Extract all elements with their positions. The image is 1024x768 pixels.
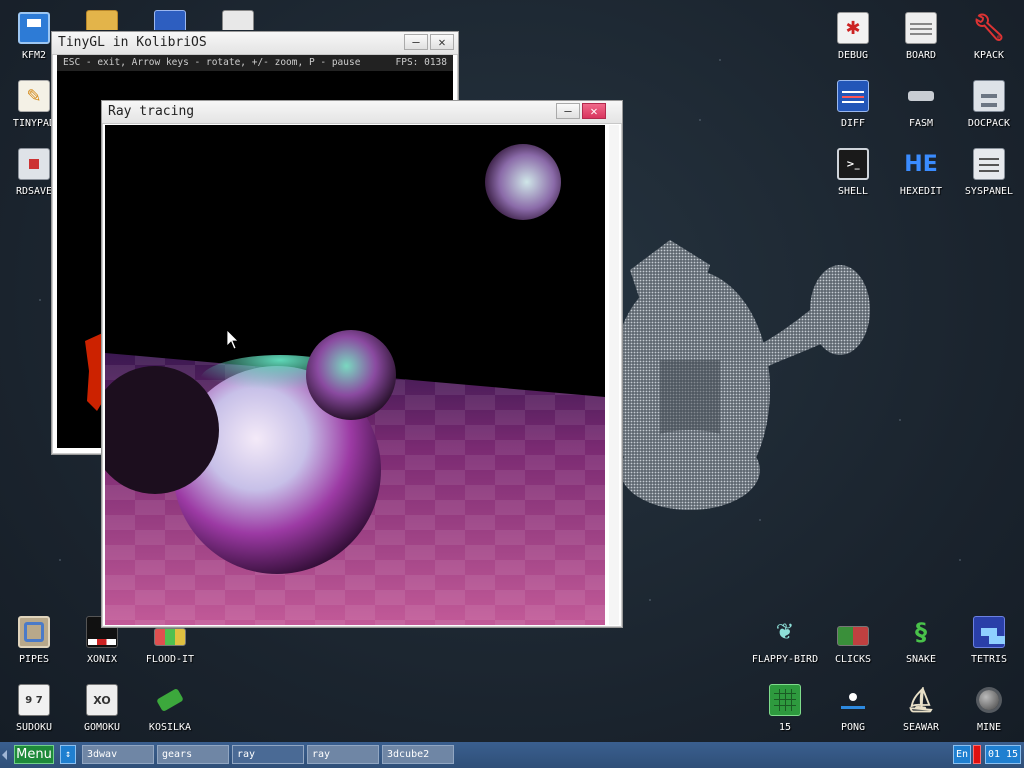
app-shortcut-4[interactable]	[206, 6, 270, 30]
paddle-icon	[837, 684, 869, 716]
anvil-icon	[905, 80, 937, 112]
taskbar: Menu ↕ 3dwav gears ray ray 3dcube2 En 01…	[0, 742, 1024, 768]
window-icon	[154, 10, 186, 30]
bird-icon: ❦	[775, 619, 795, 645]
ray-minimize-button[interactable]: –	[556, 103, 580, 119]
pipes-icon	[18, 616, 50, 648]
kpack-shortcut[interactable]: 🔧︎ KPACK	[957, 6, 1021, 70]
ship-icon: ⛵︎	[905, 686, 937, 714]
mine-shortcut[interactable]: MINE	[957, 678, 1021, 742]
desktop: KFM2 ✎ TINYPAD RDSAVE ✱ DEBUG BOARD 🔧︎ K…	[0, 0, 1024, 742]
tinygl-titlebar[interactable]: TinyGL in KolibriOS – ✕	[52, 32, 458, 55]
pong-shortcut[interactable]: PONG	[821, 678, 885, 742]
debug-shortcut[interactable]: ✱ DEBUG	[821, 6, 885, 70]
folder-icon	[86, 10, 118, 30]
ray-titlebar[interactable]: Ray tracing – ✕	[102, 101, 622, 124]
app-shortcut-3[interactable]	[138, 6, 202, 30]
bug-icon: ✱	[837, 12, 869, 44]
rdsave-icon	[18, 148, 50, 180]
ray-tracing-window[interactable]: Ray tracing – ✕	[101, 100, 623, 628]
diff-icon	[837, 80, 869, 112]
system-load-indicator	[973, 745, 981, 764]
sudoku-shortcut[interactable]: 9 7 SUDOKU	[2, 678, 66, 742]
fasm-shortcut[interactable]: FASM	[889, 74, 953, 138]
mower-icon	[154, 684, 186, 716]
blocks-icon	[837, 626, 869, 646]
pipes-shortcut[interactable]: PIPES	[2, 610, 66, 674]
syspanel-shortcut[interactable]: SYSPANEL	[957, 142, 1021, 206]
ray-canvas[interactable]	[105, 125, 605, 625]
language-indicator[interactable]: En	[953, 745, 971, 764]
docpack-label: DOCPACK	[967, 118, 1011, 129]
seawar-shortcut[interactable]: ⛵︎ SEAWAR	[889, 678, 953, 742]
clicks-shortcut[interactable]: CLICKS	[821, 610, 885, 674]
wrench-icon: 🔧︎	[972, 13, 1006, 43]
tinygl-status-bar: ESC - exit, Arrow keys - rotate, +/- zoo…	[57, 55, 453, 71]
grid-icon	[769, 684, 801, 716]
flood-it-label: FLOOD-IT	[145, 654, 195, 665]
ray-traced-scene	[105, 125, 605, 625]
shell-shortcut[interactable]: >_ SHELL	[821, 142, 885, 206]
task-gears[interactable]: gears	[157, 745, 229, 764]
flood-icon	[154, 628, 186, 646]
snake-icon: §	[915, 618, 927, 646]
flappy-bird-shortcut[interactable]: ❦ FLAPPY-BIRD	[752, 610, 818, 674]
syspanel-label: SYSPANEL	[964, 186, 1014, 197]
board-shortcut[interactable]: BOARD	[889, 6, 953, 70]
menu-button[interactable]: Menu	[14, 745, 54, 764]
board-icon	[905, 12, 937, 44]
task-ray-2[interactable]: ray	[307, 745, 379, 764]
tinygl-window-title: TinyGL in KolibriOS	[58, 35, 207, 50]
kosilka-label: KOSILKA	[148, 722, 192, 733]
terminal-icon: >_	[837, 148, 869, 180]
gomoku-icon: XO	[86, 684, 118, 716]
task-3dcube2[interactable]: 3dcube2	[382, 745, 454, 764]
calculator-icon	[222, 10, 254, 30]
ray-window-border	[609, 125, 619, 625]
fifteen-shortcut[interactable]: 15	[753, 678, 817, 742]
mine-icon	[973, 684, 1005, 716]
snake-shortcut[interactable]: § SNAKE	[889, 610, 953, 674]
mine-label: MINE	[976, 722, 1002, 733]
tetris-label: TETRIS	[970, 654, 1008, 665]
hex-icon: HE	[904, 151, 938, 177]
folder-shortcut[interactable]	[70, 6, 134, 30]
kosilka-shortcut[interactable]: KOSILKA	[138, 678, 202, 742]
taskbar-left-arrow-icon[interactable]	[2, 750, 7, 760]
diff-shortcut[interactable]: DIFF	[821, 74, 885, 138]
ray-window-title: Ray tracing	[108, 104, 195, 119]
sliders-icon	[973, 148, 1005, 180]
tetris-shortcut[interactable]: TETRIS	[957, 610, 1021, 674]
tetris-icon	[973, 616, 1005, 648]
gomoku-shortcut[interactable]: XO GOMOKU	[70, 678, 134, 742]
hexedit-shortcut[interactable]: HE HEXEDIT	[889, 142, 953, 206]
taskbar-scroll-button[interactable]: ↕	[60, 745, 76, 764]
clock[interactable]: 01 15	[985, 745, 1021, 764]
notepad-icon: ✎	[18, 80, 50, 112]
docpack-shortcut[interactable]: DOCPACK	[957, 74, 1021, 138]
ray-close-button[interactable]: ✕	[582, 103, 606, 119]
tinygl-minimize-button[interactable]: –	[404, 34, 428, 50]
tinygl-help-text: ESC - exit, Arrow keys - rotate, +/- zoo…	[63, 57, 361, 68]
tinygl-fps: FPS: 0138	[395, 57, 447, 68]
task-ray-1[interactable]: ray	[232, 745, 304, 764]
kpack-label: KPACK	[973, 50, 1005, 61]
tinygl-close-button[interactable]: ✕	[430, 34, 454, 50]
task-3dwav[interactable]: 3dwav	[82, 745, 154, 764]
floppy-icon	[18, 12, 50, 44]
sudoku-icon: 9 7	[18, 684, 50, 716]
cabinet-icon	[973, 80, 1005, 112]
treehouse-wallpaper-art	[610, 240, 870, 510]
